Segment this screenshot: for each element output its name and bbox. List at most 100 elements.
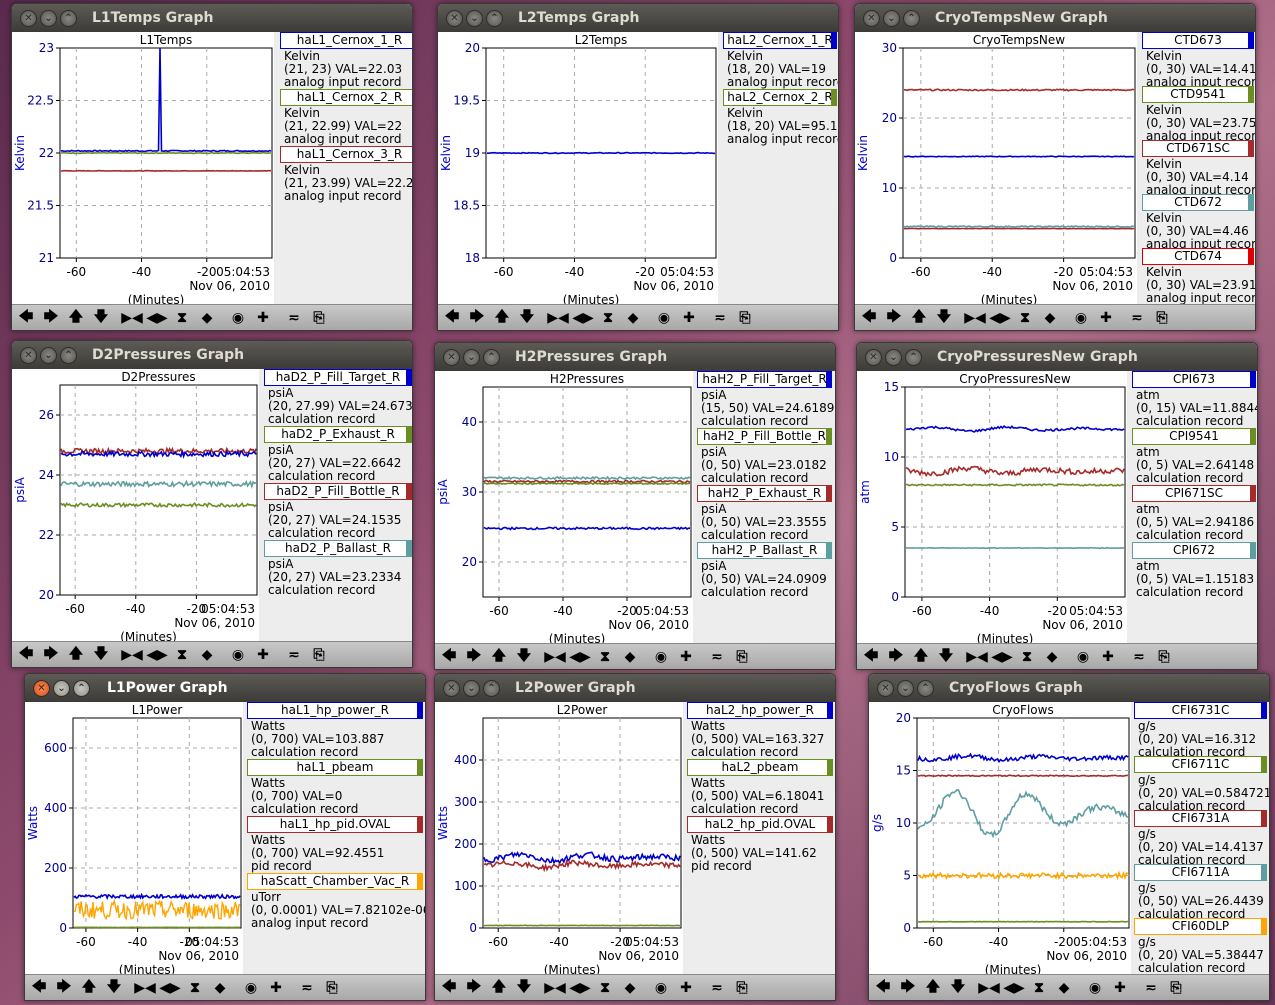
legend-channel-name[interactable]: haD2_P_Fill_Bottle_R	[264, 483, 412, 500]
autoscale-icon[interactable]: ≂	[1139, 977, 1163, 999]
compress-horizontal-icon[interactable]: ◀▶	[158, 977, 182, 999]
arrow-up-icon[interactable]: 🡅	[64, 644, 88, 666]
minimize-icon[interactable]: ⌄	[883, 10, 900, 27]
legend-channel-name[interactable]: CFI6711C	[1134, 756, 1267, 773]
expand-horizontal-icon[interactable]: ▶◀	[133, 977, 157, 999]
legend-channel-name[interactable]: CTD672	[1142, 194, 1254, 211]
title-bar[interactable]: ✕ ⌄ ⌃ CryoFlows Graph	[869, 674, 1269, 702]
expand-horizontal-icon[interactable]: ▶◀	[120, 644, 144, 666]
compress-vertical-icon[interactable]: ◆	[618, 977, 642, 999]
expand-vertical-icon[interactable]: ⧗	[596, 307, 620, 329]
compress-vertical-icon[interactable]: ◆	[1052, 977, 1076, 999]
zoom-in-icon[interactable]: ✚	[674, 646, 698, 668]
arrow-left-icon[interactable]: 🡄	[437, 977, 461, 999]
expand-horizontal-icon[interactable]: ▶◀	[543, 977, 567, 999]
expand-horizontal-icon[interactable]: ▶◀	[977, 977, 1001, 999]
strip-chart[interactable]: L2Power4003002001000-60 -40 -2005:04:53Nov…	[435, 702, 683, 974]
compress-vertical-icon[interactable]: ◆	[1040, 646, 1064, 668]
reset-icon[interactable]: ◉	[226, 644, 250, 666]
close-icon[interactable]: ✕	[877, 680, 894, 697]
arrow-left-icon[interactable]: 🡄	[27, 977, 51, 999]
expand-vertical-icon[interactable]: ⧗	[170, 644, 194, 666]
arrow-up-icon[interactable]: 🡅	[907, 307, 931, 329]
compress-horizontal-icon[interactable]: ◀▶	[990, 646, 1014, 668]
arrow-left-icon[interactable]: 🡄	[859, 646, 883, 668]
reset-icon[interactable]: ◉	[649, 646, 673, 668]
title-bar[interactable]: ✕ ⌄ ⌃ CryoTempsNew Graph	[855, 4, 1255, 32]
graph-window[interactable]: ✕ ⌄ ⌃ CryoFlows Graph CryoFlows 20 15 10 5 0 -60 -4…	[868, 673, 1270, 1001]
compress-horizontal-icon[interactable]: ◀▶	[145, 644, 169, 666]
close-icon[interactable]: ✕	[33, 680, 50, 697]
compress-horizontal-icon[interactable]: ◀▶	[568, 977, 592, 999]
legend-channel-name[interactable]: haD2_P_Exhaust_R	[264, 426, 412, 443]
legend-channel-name[interactable]: CPI671SC	[1132, 485, 1256, 502]
strip-chart[interactable]: CryoTempsNew 30 20 10 0 -60 -40 -20 05:04:53Nov …	[855, 32, 1137, 304]
autoscale-icon[interactable]: ≂	[705, 646, 729, 668]
compress-vertical-icon[interactable]: ◆	[621, 307, 645, 329]
legend-channel-name[interactable]: haL2_Cernox_2_R	[723, 89, 837, 106]
arrow-down-icon[interactable]: 🡇	[89, 644, 113, 666]
expand-vertical-icon[interactable]: ⧗	[593, 977, 617, 999]
strip-chart[interactable]: H2Pressures 40 30 20 -60 -40 -2005:04:53Nov 06…	[435, 371, 693, 643]
print-icon[interactable]: ⎘	[730, 977, 754, 999]
maximize-icon[interactable]: ⌃	[73, 680, 90, 697]
legend-channel-name[interactable]: haH2_P_Fill_Bottle_R	[697, 428, 832, 445]
legend-channel-name[interactable]: CTD671SC	[1142, 140, 1254, 157]
maximize-icon[interactable]: ⌃	[483, 680, 500, 697]
legend-channel-name[interactable]: haL1_pbeam	[247, 759, 423, 776]
reset-icon[interactable]: ◉	[652, 307, 676, 329]
minimize-icon[interactable]: ⌄	[463, 680, 480, 697]
autoscale-icon[interactable]: ≂	[295, 977, 319, 999]
compress-vertical-icon[interactable]: ◆	[208, 977, 232, 999]
autoscale-icon[interactable]: ≂	[282, 644, 306, 666]
autoscale-icon[interactable]: ≂	[708, 307, 732, 329]
close-icon[interactable]: ✕	[446, 10, 463, 27]
expand-horizontal-icon[interactable]: ▶◀	[546, 307, 570, 329]
compress-vertical-icon[interactable]: ◆	[195, 307, 219, 329]
zoom-in-icon[interactable]: ✚	[677, 307, 701, 329]
compress-vertical-icon[interactable]: ◆	[195, 644, 219, 666]
expand-vertical-icon[interactable]: ⧗	[1015, 646, 1039, 668]
maximize-icon[interactable]: ⌃	[60, 347, 77, 364]
arrow-down-icon[interactable]: 🡇	[89, 307, 113, 329]
legend-channel-name[interactable]: CPI672	[1132, 542, 1256, 559]
arrow-down-icon[interactable]: 🡇	[934, 646, 958, 668]
print-icon[interactable]: ⎘	[1164, 977, 1188, 999]
legend-channel-name[interactable]: CFI6711A	[1134, 864, 1267, 881]
expand-horizontal-icon[interactable]: ▶◀	[120, 307, 144, 329]
arrow-up-icon[interactable]: 🡅	[490, 307, 514, 329]
reset-icon[interactable]: ◉	[1071, 646, 1095, 668]
zoom-in-icon[interactable]: ✚	[251, 307, 275, 329]
legend-channel-name[interactable]: haL1_Cernox_2_R	[280, 89, 412, 106]
strip-chart[interactable]: L1Temps 23 22.5 22 21.5 21 -60 -40 -20 05:04:53No…	[12, 32, 274, 304]
legend-channel-name[interactable]: haL1_Cernox_1_R	[280, 32, 412, 49]
title-bar[interactable]: ✕ ⌄ ⌃ CryoPressuresNew Graph	[857, 343, 1257, 371]
graph-window[interactable]: ✕ ⌄ ⌃ L2Power Graph L2Power 400 300 200 100 0 -60 -…	[434, 673, 836, 1001]
reset-icon[interactable]: ◉	[226, 307, 250, 329]
legend-channel-name[interactable]: CTD674	[1142, 248, 1254, 265]
graph-window[interactable]: ✕ ⌄ ⌃ L1Temps Graph L1Temps 23 22.5 22 21.5 21 -60…	[11, 3, 413, 331]
arrow-left-icon[interactable]: 🡄	[857, 307, 881, 329]
arrow-right-icon[interactable]: 🡆	[896, 977, 920, 999]
expand-horizontal-icon[interactable]: ▶◀	[963, 307, 987, 329]
close-icon[interactable]: ✕	[20, 10, 37, 27]
print-icon[interactable]: ⎘	[730, 646, 754, 668]
legend-channel-name[interactable]: haD2_P_Ballast_R	[264, 540, 412, 557]
zoom-in-icon[interactable]: ✚	[1096, 646, 1120, 668]
minimize-icon[interactable]: ⌄	[40, 347, 57, 364]
legend-channel-name[interactable]: haL1_hp_power_R	[247, 702, 423, 719]
arrow-up-icon[interactable]: 🡅	[487, 646, 511, 668]
maximize-icon[interactable]: ⌃	[917, 680, 934, 697]
graph-window[interactable]: ✕ ⌄ ⌃ CryoPressuresNew Graph CryoPressuresNe…	[856, 342, 1258, 670]
arrow-down-icon[interactable]: 🡇	[932, 307, 956, 329]
expand-vertical-icon[interactable]: ⧗	[183, 977, 207, 999]
autoscale-icon[interactable]: ≂	[1127, 646, 1151, 668]
arrow-right-icon[interactable]: 🡆	[39, 307, 63, 329]
legend-channel-name[interactable]: haL2_hp_power_R	[687, 702, 833, 719]
strip-chart[interactable]: L2Temps 20 19.5 19 18.5 18 -60 -40 -20 05:04:53No…	[438, 32, 718, 304]
legend-channel-name[interactable]: CTD9541	[1142, 86, 1254, 103]
compress-horizontal-icon[interactable]: ◀▶	[988, 307, 1012, 329]
arrow-right-icon[interactable]: 🡆	[462, 646, 486, 668]
autoscale-icon[interactable]: ≂	[282, 307, 306, 329]
legend-channel-name[interactable]: haH2_P_Ballast_R	[697, 542, 832, 559]
